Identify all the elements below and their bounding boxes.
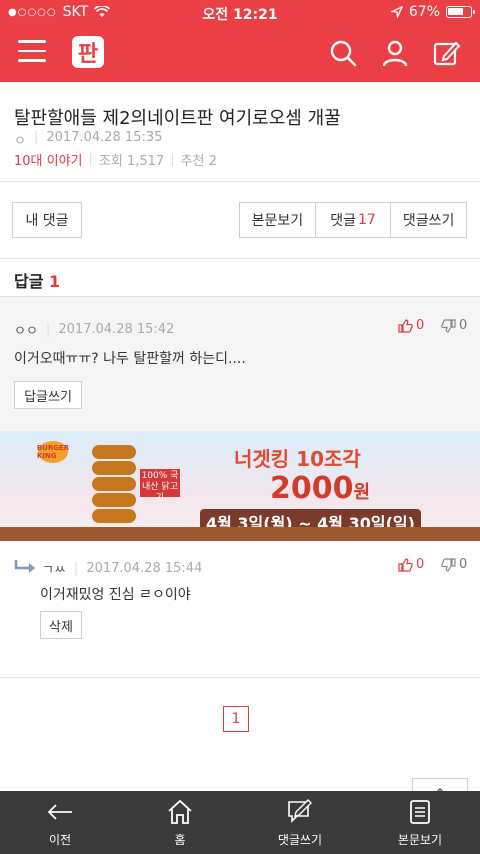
comments-count: 17 xyxy=(357,212,376,228)
home-icon xyxy=(168,799,192,824)
pann-logo[interactable]: 판 xyxy=(70,34,106,70)
bottom-navigation: 이전 홈 댓글쓰기 본문보기 xyxy=(0,791,480,854)
divider xyxy=(0,258,480,259)
nav-write-comment[interactable]: 댓글쓰기 xyxy=(240,791,360,854)
divider xyxy=(0,296,480,297)
comment-upvote-count: 0 xyxy=(416,318,425,333)
reply-downvote-button[interactable]: 0 xyxy=(441,557,467,572)
ad-price: 2000원 xyxy=(270,471,371,506)
replies-heading: 답글 1 xyxy=(14,272,61,291)
my-comments-button[interactable]: 내 댓글 xyxy=(12,202,82,238)
nugget-tower-image xyxy=(92,445,136,531)
post-views: 조회 1,517 xyxy=(98,154,165,169)
reply-upvote-count: 0 xyxy=(416,557,425,572)
reply-downvote-count: 0 xyxy=(459,557,468,572)
page-number-current[interactable]: 1 xyxy=(223,706,249,732)
thumbs-up-icon xyxy=(398,557,413,572)
post-recommends: 추천 2 xyxy=(180,154,217,169)
hamburger-menu-icon[interactable] xyxy=(18,40,46,64)
app-header: 판 xyxy=(0,24,480,82)
status-bar: ●○○○○ SKT 오전 12:21 67% xyxy=(0,0,480,24)
arrow-left-icon xyxy=(47,804,72,820)
post-stats: 10대 이야기 | 조회 1,517 | 추천 2 xyxy=(14,150,217,169)
search-icon[interactable] xyxy=(328,38,358,68)
nav-back[interactable]: 이전 xyxy=(0,791,120,854)
reply-arrow-icon xyxy=(14,560,35,573)
battery-icon xyxy=(446,6,475,18)
delete-button[interactable]: 삭제 xyxy=(40,611,82,639)
divider xyxy=(0,181,480,182)
view-body-button[interactable]: 본문보기 xyxy=(240,203,316,237)
ad-table-graphic xyxy=(0,527,480,541)
post-title: 탈판할애들 제2의네이트판 여기로오셈 개꿀 xyxy=(14,108,341,129)
document-icon xyxy=(410,800,430,824)
nav-home[interactable]: 홈 xyxy=(120,791,240,854)
post-author[interactable]: ㅇ xyxy=(14,130,26,149)
thumbs-up-icon xyxy=(398,318,413,333)
comments-button[interactable]: 댓글 17 xyxy=(316,203,392,237)
ad-banner[interactable]: BURGER KING 100% 국내산 닭고기 너겟킹 10조각 2000원 … xyxy=(0,431,480,541)
comment-downvote-count: 0 xyxy=(459,318,468,333)
comment-upvote-button[interactable]: 0 xyxy=(398,318,424,333)
comment-downvote-button[interactable]: 0 xyxy=(441,318,467,333)
reply-meta: ㄱㅆ | 2017.04.28 15:44 xyxy=(42,559,203,578)
nav-view-body[interactable]: 본문보기 xyxy=(360,791,480,854)
reply-date: 2017.04.28 15:44 xyxy=(86,561,203,576)
ad-headline: 너겟킹 10조각 xyxy=(234,447,361,471)
battery-percent: 67% xyxy=(408,4,440,20)
reply-text: 이거재밌엉 진심 ㄹㅇ이야 xyxy=(40,587,191,603)
post-author-date: ㅇ | 2017.04.28 15:35 xyxy=(14,130,163,149)
ad-ribbon: 100% 국내산 닭고기 xyxy=(140,469,180,503)
reply-author[interactable]: ㄱㅆ xyxy=(42,559,66,578)
burger-king-logo: BURGER KING xyxy=(37,441,69,463)
reply-upvote-button[interactable]: 0 xyxy=(398,557,424,572)
comment-meta: ㅇㅇ | 2017.04.28 15:42 xyxy=(14,320,175,339)
reply-write-button[interactable]: 답글쓰기 xyxy=(14,381,82,409)
user-profile-icon[interactable] xyxy=(380,38,410,68)
post-category[interactable]: 10대 이야기 xyxy=(14,150,83,169)
divider xyxy=(0,677,480,678)
comment-author[interactable]: ㅇㅇ xyxy=(14,320,38,339)
comment-write-icon xyxy=(288,799,312,823)
svg-text:판: 판 xyxy=(78,42,98,67)
location-arrow-icon xyxy=(390,6,403,18)
post-action-group: 본문보기 댓글 17 댓글쓰기 xyxy=(239,202,467,238)
thumbs-down-icon xyxy=(441,318,456,333)
write-comment-button[interactable]: 댓글쓰기 xyxy=(391,203,466,237)
comment-date: 2017.04.28 15:42 xyxy=(58,322,175,337)
write-post-icon[interactable] xyxy=(432,38,462,68)
post-date: 2017.04.28 15:35 xyxy=(46,130,163,145)
comment-text: 이거오때ㅠㅠ? 나두 탈판할꺼 하는디.... xyxy=(14,351,246,367)
replies-count: 1 xyxy=(49,272,61,291)
thumbs-down-icon xyxy=(441,557,456,572)
